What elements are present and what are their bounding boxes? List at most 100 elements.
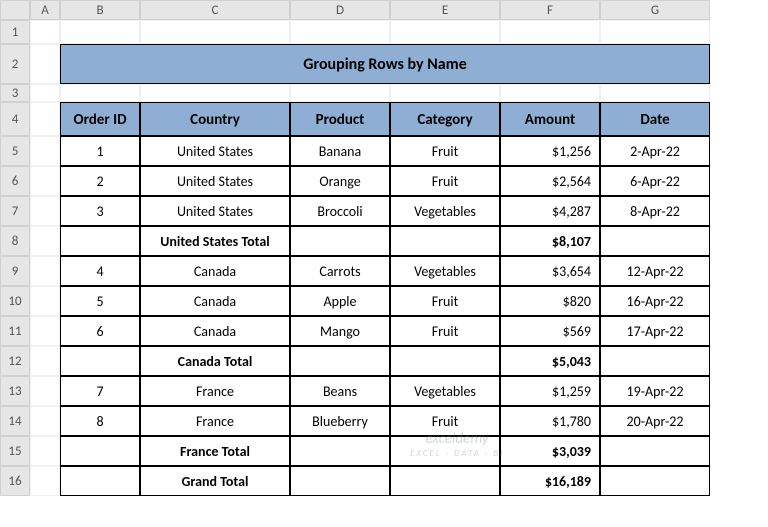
row-header-13[interactable]: 13 [0, 376, 30, 406]
cell-amount[interactable]: $16,189 [500, 466, 600, 496]
cell-order-id[interactable]: 3 [60, 196, 140, 226]
row-header-5[interactable]: 5 [0, 136, 30, 166]
cell-amount[interactable]: $5,043 [500, 346, 600, 376]
cell-country[interactable]: France [140, 376, 290, 406]
cell-amount[interactable]: $3,654 [500, 256, 600, 286]
cell-category[interactable]: Vegetables [390, 196, 500, 226]
cell-date[interactable]: 8-Apr-22 [600, 196, 710, 226]
cell-date[interactable]: 2-Apr-22 [600, 136, 710, 166]
cell-country[interactable]: United States Total [140, 226, 290, 256]
cell-date[interactable] [600, 226, 710, 256]
cell-order-id[interactable] [60, 226, 140, 256]
cell-date[interactable]: 20-Apr-22 [600, 406, 710, 436]
column-header-G[interactable]: G [600, 0, 710, 20]
row-header-3[interactable]: 3 [0, 84, 30, 102]
cell-category[interactable]: Fruit [390, 166, 500, 196]
row-header-10[interactable]: 10 [0, 286, 30, 316]
row-header-7[interactable]: 7 [0, 196, 30, 226]
cell-country[interactable]: France Total [140, 436, 290, 466]
cell-order-id[interactable]: 7 [60, 376, 140, 406]
cell-date[interactable]: 12-Apr-22 [600, 256, 710, 286]
cell-category[interactable] [390, 226, 500, 256]
table-header-b[interactable]: Order ID [60, 102, 140, 136]
cell[interactable] [30, 102, 60, 136]
row-header-14[interactable]: 14 [0, 406, 30, 436]
cell[interactable] [30, 346, 60, 376]
cell-order-id[interactable]: 6 [60, 316, 140, 346]
cell-country[interactable]: Grand Total [140, 466, 290, 496]
cell-amount[interactable]: $4,287 [500, 196, 600, 226]
cell[interactable] [30, 20, 60, 44]
cell-date[interactable]: 16-Apr-22 [600, 286, 710, 316]
cell-product[interactable]: Banana [290, 136, 390, 166]
cell[interactable] [30, 436, 60, 466]
cell[interactable] [30, 226, 60, 256]
cell-product[interactable]: Orange [290, 166, 390, 196]
row-header-8[interactable]: 8 [0, 226, 30, 256]
cell-product[interactable] [290, 346, 390, 376]
cell[interactable] [500, 20, 600, 44]
cell[interactable] [290, 84, 390, 102]
cell-country[interactable]: Canada Total [140, 346, 290, 376]
row-header-2[interactable]: 2 [0, 44, 30, 84]
cell[interactable] [290, 20, 390, 44]
cell-order-id[interactable] [60, 466, 140, 496]
cell-country[interactable]: Canada [140, 256, 290, 286]
cell[interactable] [30, 44, 60, 84]
cell[interactable] [30, 376, 60, 406]
column-header-B[interactable]: B [60, 0, 140, 20]
cell[interactable] [30, 286, 60, 316]
cell-order-id[interactable]: 4 [60, 256, 140, 286]
cell[interactable] [600, 20, 710, 44]
cell-order-id[interactable] [60, 436, 140, 466]
row-header-4[interactable]: 4 [0, 102, 30, 136]
row-header-11[interactable]: 11 [0, 316, 30, 346]
cell-amount[interactable]: $1,256 [500, 136, 600, 166]
column-header-D[interactable]: D [290, 0, 390, 20]
cell-product[interactable] [290, 226, 390, 256]
table-header-g[interactable]: Date [600, 102, 710, 136]
cell-amount[interactable]: $3,039 [500, 436, 600, 466]
cell[interactable] [30, 196, 60, 226]
cell-category[interactable]: Vegetables [390, 256, 500, 286]
cell-product[interactable] [290, 436, 390, 466]
cell-amount[interactable]: $820 [500, 286, 600, 316]
cell[interactable] [140, 84, 290, 102]
cell-amount[interactable]: $2,564 [500, 166, 600, 196]
cell-amount[interactable]: $569 [500, 316, 600, 346]
cell-category[interactable]: Vegetables [390, 376, 500, 406]
table-header-e[interactable]: Category [390, 102, 500, 136]
table-header-d[interactable]: Product [290, 102, 390, 136]
cell-order-id[interactable] [60, 346, 140, 376]
cell[interactable] [30, 466, 60, 496]
cell[interactable] [500, 84, 600, 102]
cell-category[interactable]: Fruit [390, 136, 500, 166]
cell-country[interactable]: United States [140, 136, 290, 166]
cell[interactable] [600, 84, 710, 102]
cell-order-id[interactable]: 1 [60, 136, 140, 166]
cell-order-id[interactable]: 5 [60, 286, 140, 316]
cell-product[interactable]: Carrots [290, 256, 390, 286]
cell-product[interactable]: Mango [290, 316, 390, 346]
cell-country[interactable]: United States [140, 166, 290, 196]
select-all-corner[interactable] [0, 0, 30, 20]
row-header-16[interactable]: 16 [0, 466, 30, 496]
cell-amount[interactable]: $1,780 [500, 406, 600, 436]
table-header-c[interactable]: Country [140, 102, 290, 136]
cell-country[interactable]: Canada [140, 286, 290, 316]
cell-date[interactable]: 19-Apr-22 [600, 376, 710, 406]
cell-date[interactable] [600, 466, 710, 496]
cell-amount[interactable]: $8,107 [500, 226, 600, 256]
cell[interactable] [30, 256, 60, 286]
cell-date[interactable]: 17-Apr-22 [600, 316, 710, 346]
cell-category[interactable]: Fruit [390, 316, 500, 346]
cell[interactable] [140, 20, 290, 44]
cell[interactable] [390, 20, 500, 44]
cell-country[interactable]: United States [140, 196, 290, 226]
cell[interactable] [390, 84, 500, 102]
cell-category[interactable] [390, 466, 500, 496]
row-header-1[interactable]: 1 [0, 20, 30, 44]
cell-date[interactable] [600, 346, 710, 376]
cell-order-id[interactable]: 2 [60, 166, 140, 196]
row-header-9[interactable]: 9 [0, 256, 30, 286]
